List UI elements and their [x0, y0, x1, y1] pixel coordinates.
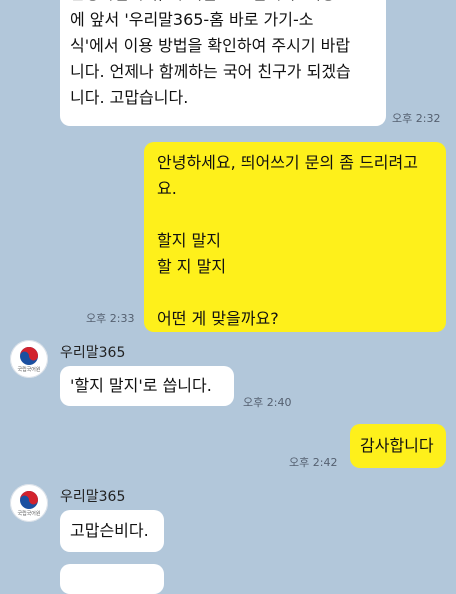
avatar-org-label: 국립국어원 — [17, 367, 41, 373]
message-time: 오후 2:33 — [86, 312, 135, 325]
message-bubble-answer[interactable]: '할지 말지'로 씁니다. — [60, 366, 234, 406]
message-bubble-question[interactable]: 안녕하세요, 띄어쓰기 문의 좀 드리려고 요. 할지 말지 할 지 말지 어떤… — [144, 142, 446, 332]
message-bubble-reply[interactable]: 고맙슨비다. — [60, 510, 164, 552]
message-time: 오후 2:42 — [289, 456, 338, 469]
avatar-org-label: 국립국어원 — [17, 511, 41, 517]
message-text: 고맙슨비다. — [70, 521, 149, 540]
avatar[interactable]: 국립국어원 — [10, 484, 48, 522]
message-text: 안녕하세요, 띄어쓰기 문의 좀 드리려고 요. 할지 말지 할 지 말지 어떤… — [157, 153, 418, 328]
message-text: '할지 말지'로 씁니다. — [70, 376, 212, 395]
message-time: 오후 2:40 — [243, 396, 292, 409]
message-time: 오후 2:32 — [392, 112, 441, 125]
message-bubble-partial — [60, 564, 164, 594]
sender-name: 우리말365 — [60, 489, 126, 505]
sender-name: 우리말365 — [60, 345, 126, 361]
message-text: 감사합니다 — [360, 436, 434, 455]
message-text: 안녕하십니까, '우리말365'입니다. 이용 에 앞서 '우리말365-홈 바… — [70, 0, 351, 107]
taegeuk-emblem-icon — [20, 491, 38, 509]
message-bubble-welcome[interactable]: 안녕하십니까, '우리말365'입니다. 이용 에 앞서 '우리말365-홈 바… — [60, 0, 386, 126]
message-bubble-thanks[interactable]: 감사합니다 — [350, 424, 446, 468]
avatar[interactable]: 국립국어원 — [10, 340, 48, 378]
taegeuk-emblem-icon — [20, 347, 38, 365]
